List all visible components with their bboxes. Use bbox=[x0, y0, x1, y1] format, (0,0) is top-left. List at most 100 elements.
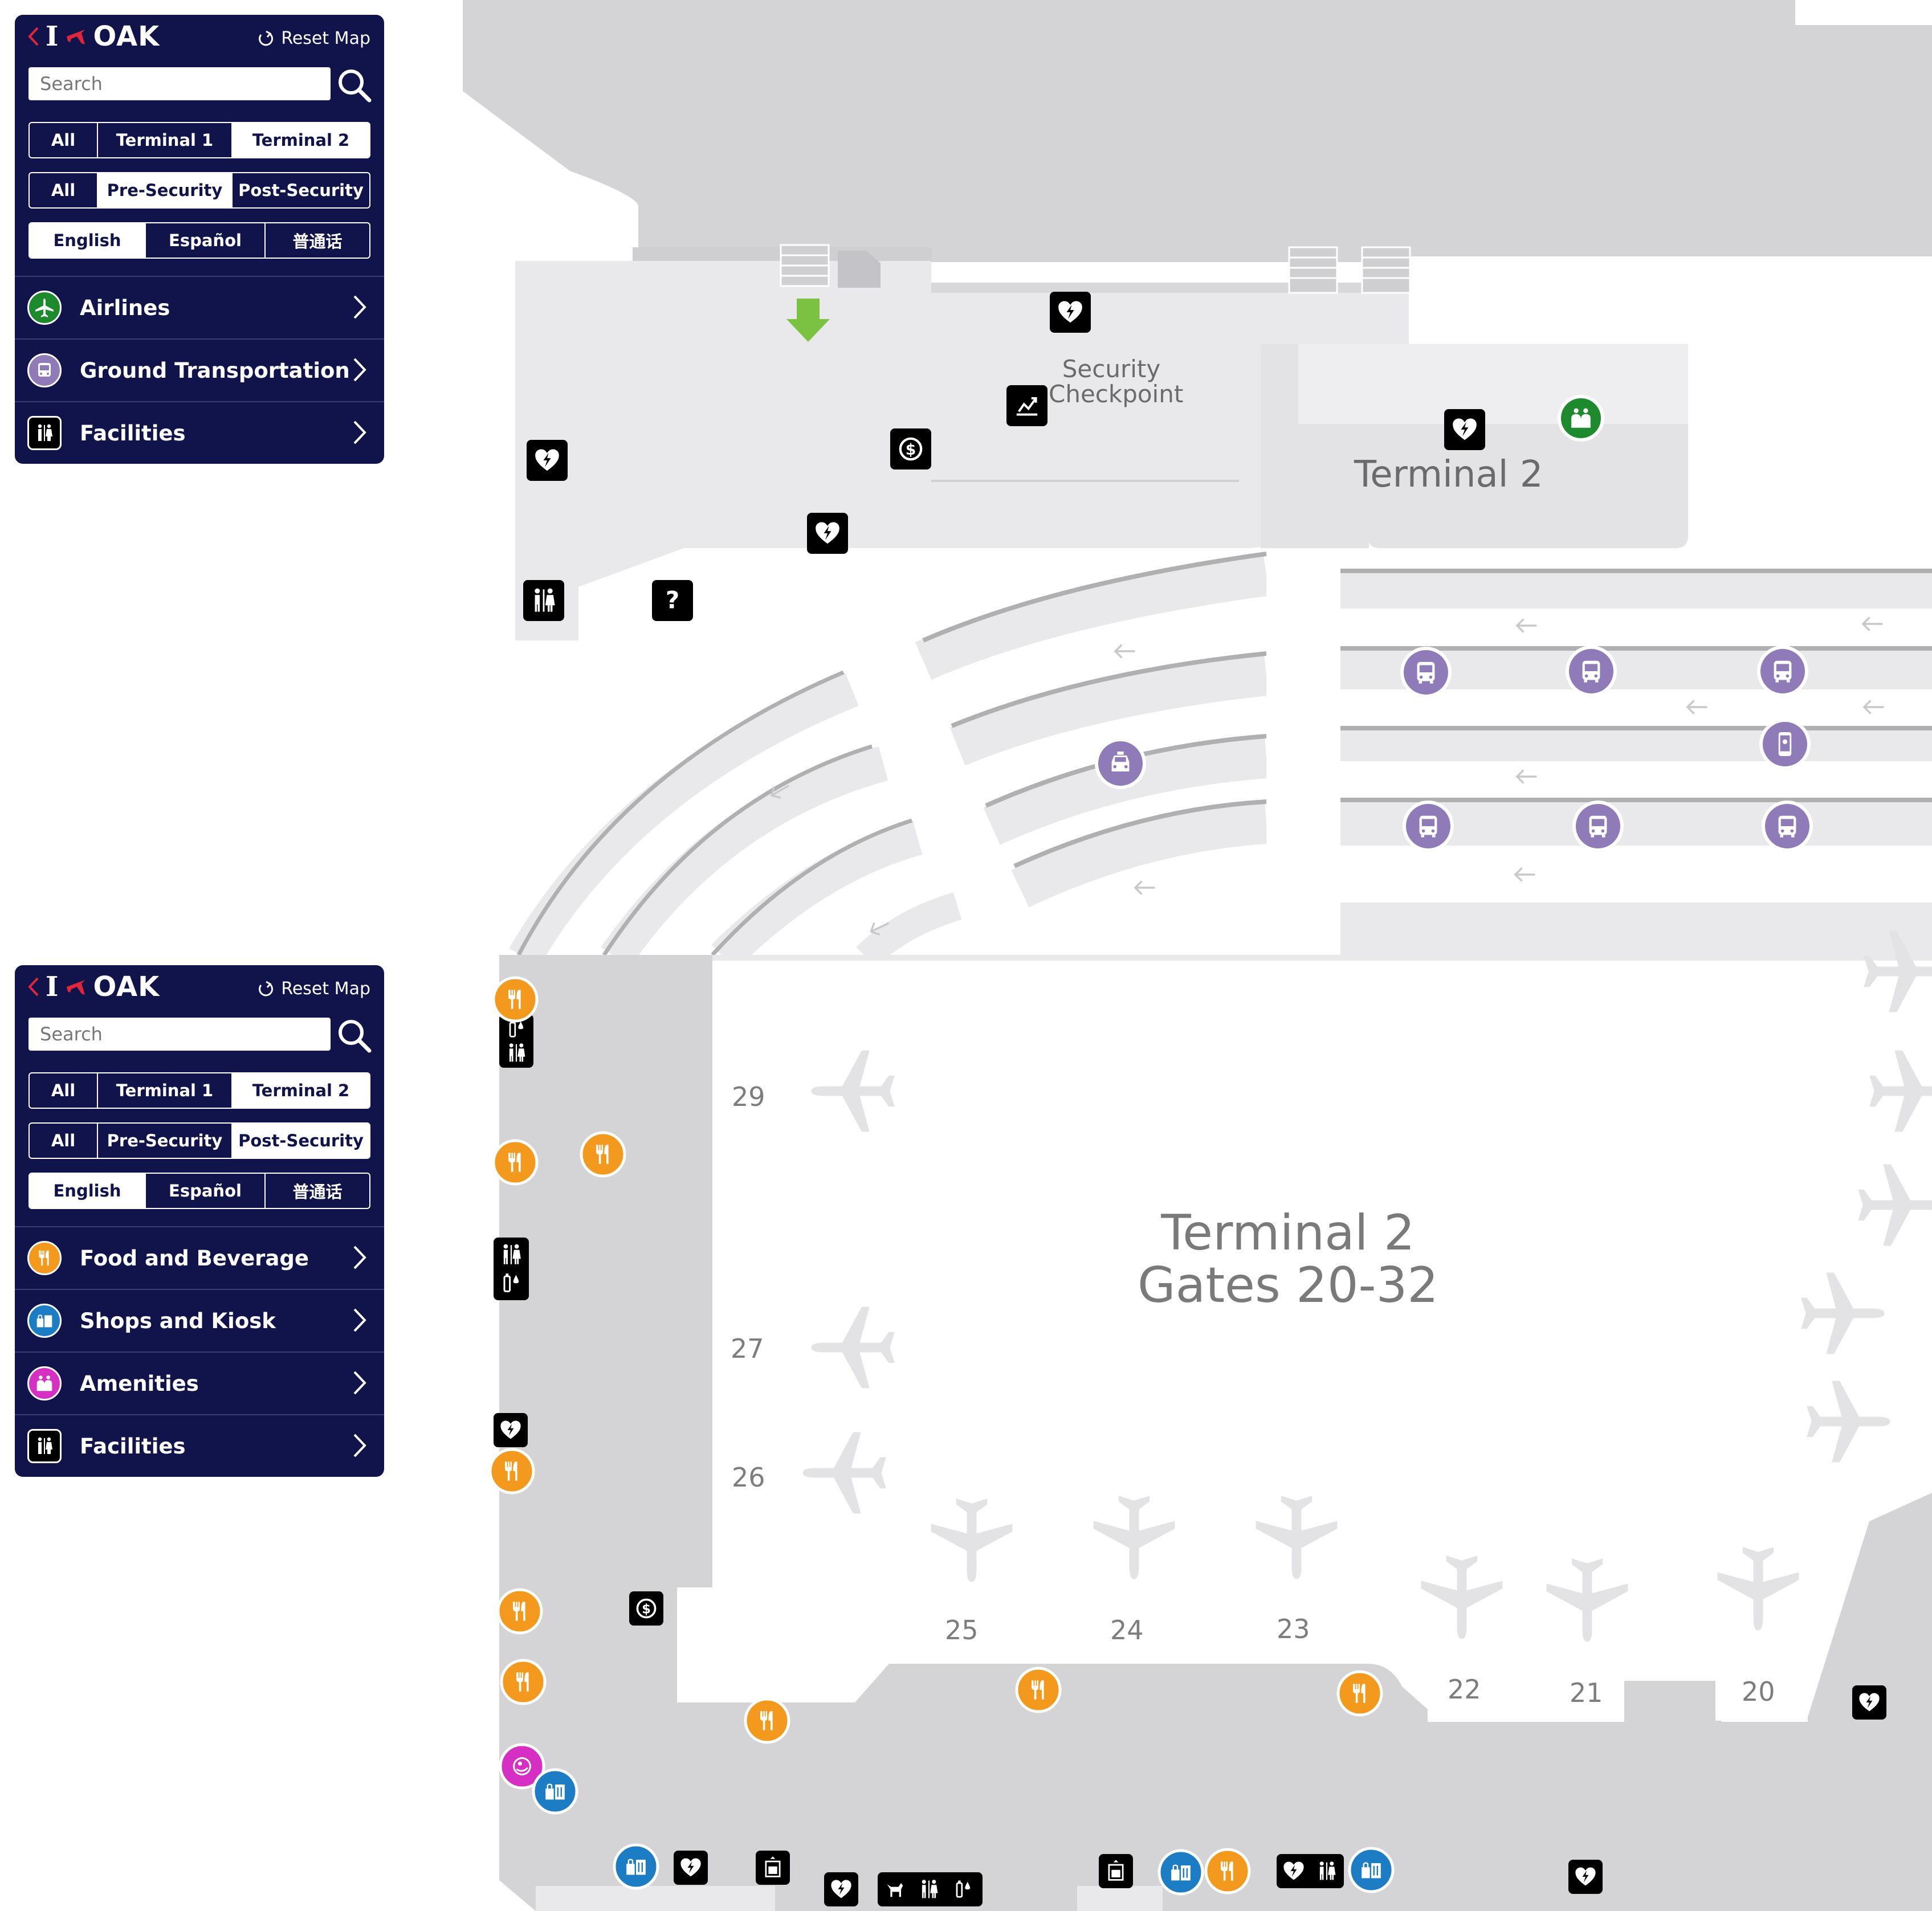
reset-map-button[interactable]: Reset Map bbox=[256, 979, 370, 999]
language-espanol[interactable]: Español bbox=[146, 1174, 266, 1208]
language-english[interactable]: English bbox=[30, 1174, 146, 1208]
security-filter-pre-security[interactable]: Pre-Security bbox=[98, 173, 233, 207]
bus-stop-marker bbox=[1757, 646, 1808, 697]
security-filter-all[interactable]: All bbox=[30, 1124, 98, 1158]
language-english[interactable]: English bbox=[30, 223, 146, 258]
gate-label[interactable]: 27 bbox=[731, 1333, 764, 1364]
restroom-hydration-marker bbox=[494, 1238, 529, 1300]
fork-knife-icon bbox=[27, 1241, 62, 1275]
food-marker bbox=[580, 1131, 626, 1178]
category-label: Amenities bbox=[80, 1371, 199, 1396]
security-checkpoint-marker bbox=[1006, 385, 1047, 426]
aed-marker bbox=[1852, 1685, 1886, 1720]
terminal-filter: All Terminal 1 Terminal 2 bbox=[28, 1072, 370, 1109]
gate-label[interactable]: 25 bbox=[945, 1615, 979, 1645]
search-input[interactable] bbox=[28, 1018, 331, 1051]
terminal-filter-terminal-2[interactable]: Terminal 2 bbox=[233, 1073, 369, 1108]
language-filter: English Español 普通话 bbox=[28, 222, 370, 259]
pet-relief-restroom-hydration-marker bbox=[878, 1872, 983, 1906]
category-airlines[interactable]: Airlines bbox=[15, 276, 384, 338]
search-input[interactable] bbox=[28, 67, 331, 100]
bus-stop-marker bbox=[1400, 647, 1452, 698]
aed-marker bbox=[1050, 292, 1091, 333]
aed-marker bbox=[527, 440, 568, 481]
concourse bbox=[499, 955, 1932, 1911]
terminal-filter: All Terminal 1 Terminal 2 bbox=[28, 122, 370, 158]
curved-roadways bbox=[509, 552, 1269, 970]
food-marker bbox=[1336, 1670, 1383, 1717]
brand[interactable]: I OAK bbox=[27, 21, 160, 52]
brand-name: OAK bbox=[93, 21, 160, 52]
category-food-and-beverage[interactable]: Food and Beverage bbox=[15, 1226, 384, 1289]
gate-label[interactable]: 22 bbox=[1448, 1674, 1481, 1705]
elevator-marker bbox=[756, 1851, 790, 1885]
chevron-right-icon bbox=[353, 1308, 366, 1332]
aed-marker bbox=[494, 1413, 528, 1447]
terminal-filter-terminal-1[interactable]: Terminal 1 bbox=[98, 1073, 233, 1108]
aed-restroom-marker bbox=[1277, 1854, 1344, 1888]
bus-stop-marker bbox=[1566, 646, 1617, 697]
aed-marker bbox=[674, 1851, 708, 1885]
reset-map-label: Reset Map bbox=[281, 979, 370, 999]
airplane-icon bbox=[27, 291, 62, 325]
bus-stop-marker bbox=[1572, 801, 1624, 852]
chevron-right-icon bbox=[353, 1246, 366, 1269]
back-chevron-icon[interactable] bbox=[27, 26, 40, 47]
food-marker bbox=[744, 1697, 790, 1744]
security-filter-all[interactable]: All bbox=[30, 173, 98, 207]
category-label: Facilities bbox=[80, 1434, 186, 1459]
security-filter-pre-security[interactable]: Pre-Security bbox=[98, 1124, 233, 1158]
category-amenities[interactable]: Amenities bbox=[15, 1351, 384, 1414]
taxi-marker bbox=[1095, 738, 1146, 789]
airport-logo-plane-icon bbox=[67, 30, 85, 44]
aed-marker bbox=[1444, 409, 1485, 450]
terminal-filter-terminal-2[interactable]: Terminal 2 bbox=[233, 123, 369, 157]
chevron-right-icon bbox=[353, 1434, 366, 1457]
gate-label[interactable]: 29 bbox=[732, 1081, 765, 1112]
terminal-filter-all[interactable]: All bbox=[30, 1073, 98, 1108]
search-icon[interactable] bbox=[336, 67, 373, 104]
airport-logo-plane-icon bbox=[67, 980, 85, 995]
rideshare-marker bbox=[1759, 718, 1811, 770]
concourse-label-line1: Terminal 2 bbox=[1161, 1204, 1415, 1261]
language-mandarin[interactable]: 普通话 bbox=[266, 1174, 369, 1208]
category-facilities[interactable]: Facilities bbox=[15, 1414, 384, 1477]
search-icon[interactable] bbox=[336, 1018, 373, 1054]
terminal-filter-all[interactable]: All bbox=[30, 123, 98, 157]
category-ground-transportation[interactable]: Ground Transportation bbox=[15, 338, 384, 401]
gate-label[interactable]: 26 bbox=[732, 1462, 765, 1493]
category-label: Shops and Kiosk bbox=[80, 1308, 276, 1333]
back-chevron-icon[interactable] bbox=[27, 976, 40, 998]
reset-icon bbox=[259, 30, 274, 46]
brand-name: OAK bbox=[93, 971, 160, 1003]
panel-header: I OAK Reset Map bbox=[15, 15, 384, 64]
category-label: Airlines bbox=[80, 295, 170, 320]
security-filter-post-security[interactable]: Post-Security bbox=[233, 1124, 369, 1158]
security-label-line2: Checkpoint bbox=[1049, 380, 1184, 408]
ticketing-lobby bbox=[515, 261, 931, 640]
gate-label[interactable]: 20 bbox=[1742, 1676, 1775, 1707]
gate-label[interactable]: 23 bbox=[1277, 1614, 1310, 1644]
panel-header: I OAK Reset Map bbox=[15, 965, 384, 1014]
currency-exchange-marker bbox=[890, 428, 931, 469]
gate-label[interactable]: 21 bbox=[1570, 1677, 1603, 1708]
food-marker bbox=[500, 1659, 547, 1705]
brand[interactable]: I OAK bbox=[27, 971, 160, 1003]
language-mandarin[interactable]: 普通话 bbox=[266, 223, 369, 258]
security-filter: All Pre-Security Post-Security bbox=[28, 172, 370, 209]
reset-map-button[interactable]: Reset Map bbox=[256, 28, 370, 48]
map-panel-post-security: I OAK Reset Map All Terminal 1 Terminal … bbox=[15, 965, 384, 1477]
food-marker bbox=[492, 976, 539, 1023]
category-shops-and-kiosk[interactable]: Shops and Kiosk bbox=[15, 1289, 384, 1351]
aed-marker bbox=[807, 513, 848, 554]
category-label: Facilities bbox=[80, 420, 186, 446]
terminal-filter-terminal-1[interactable]: Terminal 1 bbox=[98, 123, 233, 157]
shop-marker bbox=[1348, 1847, 1395, 1893]
terminal-2-connector bbox=[1261, 536, 1369, 548]
security-filter-post-security[interactable]: Post-Security bbox=[233, 173, 369, 207]
language-espanol[interactable]: Español bbox=[146, 223, 266, 258]
straight-roadways bbox=[1266, 569, 1932, 955]
gate-label[interactable]: 24 bbox=[1110, 1615, 1144, 1645]
bus-icon bbox=[27, 353, 62, 387]
category-facilities[interactable]: Facilities bbox=[15, 401, 384, 464]
